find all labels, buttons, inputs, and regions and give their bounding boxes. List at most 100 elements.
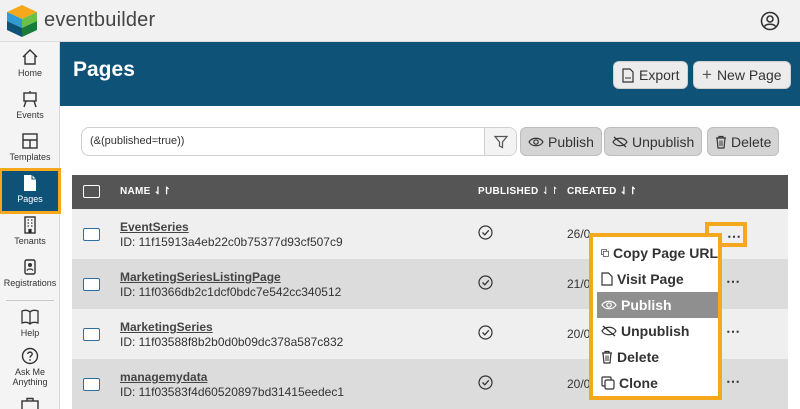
menu-item-visit-page[interactable]: Visit Page <box>597 266 718 292</box>
published-check-icon <box>478 375 493 390</box>
user-account-icon[interactable] <box>760 11 780 31</box>
created-date: 26/0 <box>567 227 591 241</box>
publish-button[interactable]: Publish <box>520 127 602 156</box>
published-check-icon <box>478 225 493 240</box>
clone-icon <box>601 376 615 390</box>
menu-item-label: Visit Page <box>617 271 684 287</box>
menu-item-clone[interactable]: Clone <box>597 370 718 396</box>
published-check-icon <box>478 325 493 340</box>
book-icon <box>21 309 39 325</box>
top-bar: eventbuilder <box>0 0 800 42</box>
sidebar-item-label: Templates <box>9 152 51 162</box>
published-check-icon <box>478 275 493 290</box>
column-header-name[interactable]: NAME ⇃↾ <box>120 186 171 197</box>
menu-item-unpublish[interactable]: Unpublish <box>597 318 718 344</box>
eye-off-icon <box>601 325 617 337</box>
plus-icon: + <box>702 65 712 84</box>
page-id: ID: 11f0366db2c1dcf0bdc7e542cc340512 <box>120 285 342 299</box>
menu-item-label: Delete <box>617 349 660 365</box>
filter-input[interactable]: (&(published=true)) <box>81 127 517 156</box>
unpublish-button-label: Unpublish <box>632 133 695 150</box>
sidebar-item-events[interactable]: Events <box>0 90 60 130</box>
sidebar-item-label: Home <box>17 68 42 78</box>
brand-name: eventbuilder <box>44 9 156 31</box>
easel-icon <box>23 91 37 108</box>
page-header: Pages Export + New Page <box>60 42 800 106</box>
row-checkbox[interactable] <box>83 278 100 291</box>
sidebar: Home Events Templates Pages Tenants Regi… <box>0 42 61 409</box>
table-header: NAME ⇃↾ PUBLISHED ⇃↾ CREATED ⇃↾ <box>72 175 788 209</box>
eye-off-icon <box>612 136 628 147</box>
menu-item-label: Publish <box>621 297 672 313</box>
sidebar-item-label: Tenants <box>14 236 46 246</box>
menu-item-label: Copy Page URL <box>612 245 718 261</box>
page-title: Pages <box>73 58 135 81</box>
badge-icon <box>24 259 36 275</box>
unpublish-button[interactable]: Unpublish <box>604 127 703 156</box>
menu-item-copy-page-url[interactable]: Copy Page URL <box>597 240 718 266</box>
sidebar-item-tenants[interactable]: Tenants <box>0 216 60 256</box>
delete-button-label: Delete <box>731 133 772 150</box>
page-name-link[interactable]: MarketingSeriesListingPage <box>120 270 281 284</box>
sidebar-item-templates[interactable]: Templates <box>0 132 60 172</box>
select-all-checkbox[interactable] <box>83 185 100 198</box>
filter-query-text[interactable]: (&(published=true)) <box>90 135 184 147</box>
sort-icon: ⇃↾ <box>541 186 559 197</box>
copy-icon <box>601 249 609 257</box>
trash-icon <box>716 135 726 149</box>
sidebar-item-label: Events <box>16 110 44 120</box>
delete-button[interactable]: Delete <box>707 127 780 156</box>
eye-icon <box>601 300 617 310</box>
filter-button[interactable] <box>484 128 516 155</box>
row-checkbox[interactable] <box>83 378 100 391</box>
menu-item-publish[interactable]: Publish <box>597 292 718 318</box>
new-page-button[interactable]: + New Page <box>693 61 791 89</box>
page-name-link[interactable]: EventSeries <box>120 220 189 234</box>
created-date: 20/0 <box>567 327 591 341</box>
export-file-icon <box>622 67 634 83</box>
menu-item-delete[interactable]: Delete <box>597 344 718 370</box>
sidebar-item-home[interactable]: Home <box>0 48 60 88</box>
row-context-menu: Copy Page URL Visit Page Publish Unpubli… <box>589 233 722 400</box>
trash-icon <box>602 350 612 364</box>
sidebar-item-label: Anything <box>12 377 48 387</box>
building-icon <box>24 216 36 234</box>
sidebar-item-ask-me-anything[interactable]: Ask Me Anything <box>0 347 60 393</box>
more-dots-icon: ⋯ <box>727 228 742 244</box>
page-name-link[interactable]: MarketingSeries <box>120 320 213 334</box>
export-button[interactable]: Export <box>613 61 689 89</box>
publish-button-label: Publish <box>548 133 594 150</box>
filter-funnel-icon <box>493 135 508 148</box>
menu-item-label: Clone <box>619 375 658 391</box>
export-button-label: Export <box>639 67 680 83</box>
page-icon <box>24 175 36 191</box>
sort-icon: ⇃↾ <box>619 186 638 197</box>
row-checkbox[interactable] <box>83 228 100 241</box>
home-icon <box>22 49 38 65</box>
eventbuilder-logo-icon[interactable] <box>6 4 38 38</box>
sidebar-item-label: Registrations <box>3 278 57 288</box>
menu-item-label: Unpublish <box>621 323 690 339</box>
sort-icon: ⇃↾ <box>153 186 172 197</box>
page-id: ID: 11f15913a4eb22c0b75377d93cf507c9 <box>120 235 343 249</box>
sidebar-item-registrations[interactable]: Registrations <box>0 258 60 298</box>
column-header-published[interactable]: PUBLISHED ⇃↾ <box>478 186 559 197</box>
row-more-actions-button[interactable]: ⋯ <box>726 323 740 340</box>
row-more-actions-button[interactable]: ⋯ <box>726 373 740 390</box>
created-date: 21/0 <box>567 277 591 291</box>
column-header-created[interactable]: CREATED ⇃↾ <box>567 186 637 197</box>
row-checkbox[interactable] <box>83 328 100 341</box>
row-more-actions-button[interactable]: ⋯ <box>726 273 740 290</box>
page-id: ID: 11f03583f4d60520897bd31415eedec1 <box>120 385 344 399</box>
file-icon <box>601 272 613 286</box>
sidebar-item-label: Ask Me <box>14 367 45 377</box>
briefcase-icon[interactable] <box>21 397 39 409</box>
sidebar-item-pages[interactable]: Pages <box>0 168 61 214</box>
page-name-link[interactable]: managemydata <box>120 370 207 384</box>
sidebar-divider <box>6 300 54 301</box>
question-icon <box>21 347 39 365</box>
created-date: 20/0 <box>567 377 591 391</box>
page-id: ID: 11f03588f8b2b0d0b09dc378a587c832 <box>120 335 344 349</box>
sidebar-item-label: Pages <box>17 194 43 204</box>
sidebar-item-help[interactable]: Help <box>0 308 60 348</box>
